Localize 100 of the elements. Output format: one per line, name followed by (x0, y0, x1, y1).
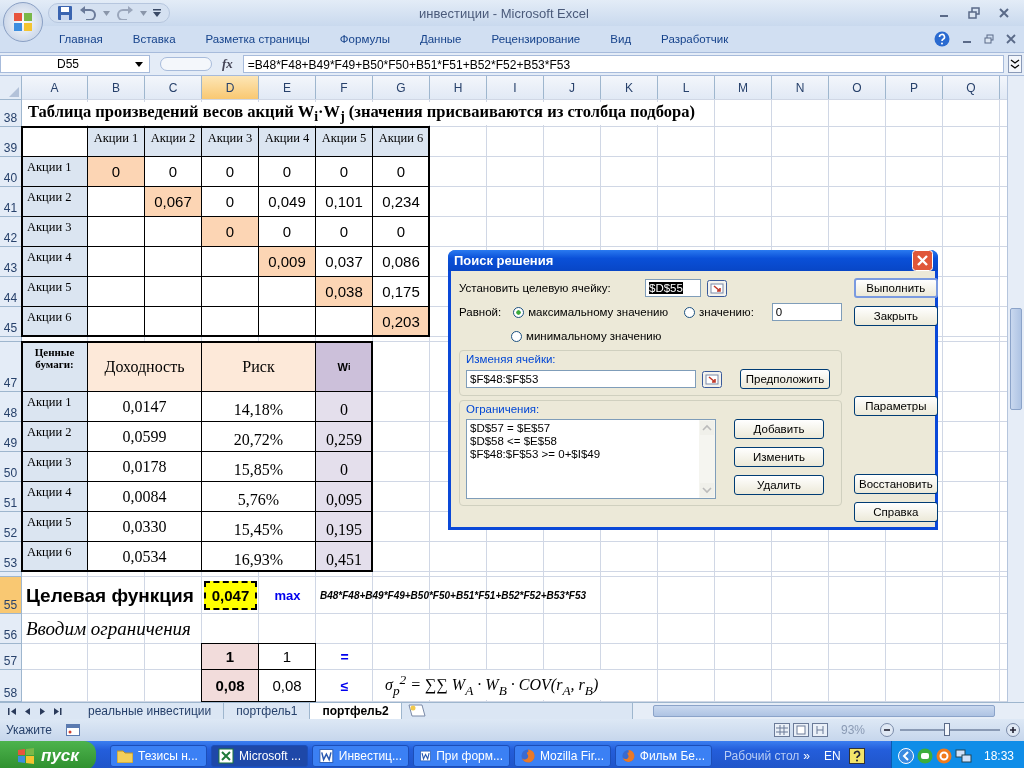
taskbar-item[interactable]: Тезисы н... (110, 744, 207, 767)
dialog-button[interactable]: Выполнить (853, 278, 938, 298)
column-header[interactable]: D (202, 76, 259, 100)
list-item[interactable]: $D$57 = $E$57 (470, 422, 696, 435)
column-header[interactable]: J (544, 76, 601, 100)
dialog-button[interactable]: Параметры (853, 396, 938, 416)
column-header[interactable]: G (373, 76, 430, 100)
column-header[interactable]: A (22, 76, 88, 100)
table-cell: 5,76% (202, 482, 316, 512)
table-cell: 0,0147 (88, 392, 202, 422)
column-header[interactable]: B (88, 76, 145, 100)
radio-button[interactable]: значению: (684, 306, 754, 318)
dialog-button[interactable]: Добавить (734, 419, 824, 439)
row-header[interactable]: 55 (0, 577, 22, 614)
radio-button[interactable]: минимальному значению (511, 330, 662, 342)
ribbon-tab[interactable]: Рецензирование (476, 30, 596, 48)
column-header[interactable]: N (772, 76, 829, 100)
dialog-button[interactable]: Изменить (734, 447, 824, 467)
column-header[interactable]: K (601, 76, 658, 100)
dialog-button[interactable]: Справка (853, 502, 938, 522)
formula-field[interactable]: =B48*F48+B49*F49+B50*F50+B51*F51+B52*F52+B53*F53 (242, 55, 1004, 73)
status-text: Укажите (6, 723, 53, 737)
table-cell: 0 (316, 452, 373, 482)
dialog-button[interactable]: Удалить (734, 475, 824, 495)
table-cell: 0 (202, 187, 259, 217)
column-heading: Акции 1 (88, 127, 145, 157)
group-label: Изменяя ячейки: (466, 353, 557, 365)
ribbon-tab[interactable]: Формулы (324, 30, 405, 48)
table-cell: 0 (259, 217, 316, 247)
sign-text: = (339, 648, 350, 667)
target-cell-field[interactable]: $D$55 (645, 279, 701, 297)
list-item[interactable]: $D$58 <= $E$58 (470, 435, 696, 448)
taskbar-item[interactable]: При форм... (413, 744, 510, 767)
constraints-heading: Вводим ограничения (25, 617, 192, 641)
name-box[interactable]: D55 (0, 55, 150, 73)
column-header[interactable]: P (886, 76, 943, 100)
row-heading: Акции 4 (22, 247, 88, 277)
value-field[interactable]: 0 (771, 303, 842, 321)
target-cell[interactable]: 0,047 (204, 581, 257, 610)
table-cell: 0 (259, 157, 316, 187)
guess-button[interactable]: Предположить (740, 369, 830, 389)
insert-function-button[interactable]: fx (216, 56, 239, 72)
table-cell: 0,067 (145, 187, 202, 217)
sheet-tab[interactable]: портфель2 (310, 703, 402, 719)
column-header[interactable]: C (145, 76, 202, 100)
column-heading: Акции 4 (259, 127, 316, 157)
table-cell: 0,049 (259, 187, 316, 217)
row-heading: Акции 3 (22, 452, 88, 482)
column-heading: Акции 6 (373, 127, 430, 157)
table-cell: 0,259 (316, 422, 373, 452)
table-cell: 0,203 (373, 307, 430, 337)
taskbar-item[interactable]: Инвестиц... (312, 744, 409, 767)
ribbon-tab[interactable]: Вставка (117, 30, 191, 48)
clock[interactable]: 18:33 (983, 748, 1014, 763)
table-cell: 0,0599 (88, 422, 202, 452)
table-cell: 0 (88, 157, 145, 187)
dialog-button[interactable]: Закрыть (853, 306, 938, 326)
table-cell: 0,0178 (88, 452, 202, 482)
row-heading: Акции 5 (22, 512, 88, 542)
table-cell: 0 (316, 217, 373, 247)
taskbar-item[interactable]: Фильм Бе... (615, 744, 712, 767)
column-header[interactable]: E (259, 76, 316, 100)
taskbar-item[interactable]: Microsoft ... (211, 744, 308, 767)
table-cell: 20,72% (202, 422, 316, 452)
column-header[interactable]: L (658, 76, 715, 100)
column-header[interactable]: F (316, 76, 373, 100)
ribbon-tab[interactable]: Главная (44, 30, 118, 48)
toolbar-label[interactable]: Рабочий стол (724, 748, 800, 763)
list-item[interactable]: $F$48:$F$53 >= 0+$I$49 (470, 448, 696, 461)
column-heading: Ценные бумаги: (22, 342, 88, 392)
column-header[interactable]: H (430, 76, 487, 100)
row-heading: Акции 2 (22, 422, 88, 452)
language-indicator[interactable]: EN (824, 748, 841, 763)
table-cell: 0,037 (316, 247, 373, 277)
ribbon-tab[interactable]: Вид (595, 30, 647, 48)
column-header[interactable]: M (715, 76, 772, 100)
column-header[interactable]: O (829, 76, 886, 100)
constraints-list[interactable]: $D$57 = $E$57 $D$58 <= $E$58 $F$48:$F$53 >= 0+$I$49 (466, 419, 716, 499)
table-cell: 0 (202, 217, 259, 247)
ribbon-tab[interactable]: Разметка страницы (190, 30, 325, 48)
window-title: инвестиции - Microsoft Excel (418, 5, 590, 21)
dialog-title: Поиск решения (454, 253, 554, 268)
formula-text: B48*F48+B49*F49+B50*F50+B51*F51+B52*F52+B53*F53 (319, 589, 587, 603)
table-cell: 14,18% (202, 392, 316, 422)
row-heading: Акции 6 (22, 542, 88, 572)
row-heading: Акции 5 (22, 277, 88, 307)
column-header[interactable]: I (487, 76, 544, 100)
table-cell: 0,08 (202, 670, 259, 702)
taskbar-item[interactable]: Mozilla Fir... (514, 744, 611, 767)
radio-button[interactable]: максимальному значению (513, 306, 669, 318)
table-cell: 0 (202, 157, 259, 187)
dialog-button[interactable]: Восстановить (853, 474, 938, 494)
toolbar-chevron[interactable]: » (803, 748, 810, 763)
row-heading: Акции 2 (22, 187, 88, 217)
table-cell: 0,0330 (88, 512, 202, 542)
table-cell: 0,451 (316, 542, 373, 572)
column-header[interactable]: Q (943, 76, 1000, 100)
ribbon-tab[interactable]: Данные (404, 30, 477, 48)
ribbon-tab[interactable]: Разработчик (646, 30, 744, 48)
changing-cells-field[interactable]: $F$48:$F$53 (466, 370, 696, 388)
